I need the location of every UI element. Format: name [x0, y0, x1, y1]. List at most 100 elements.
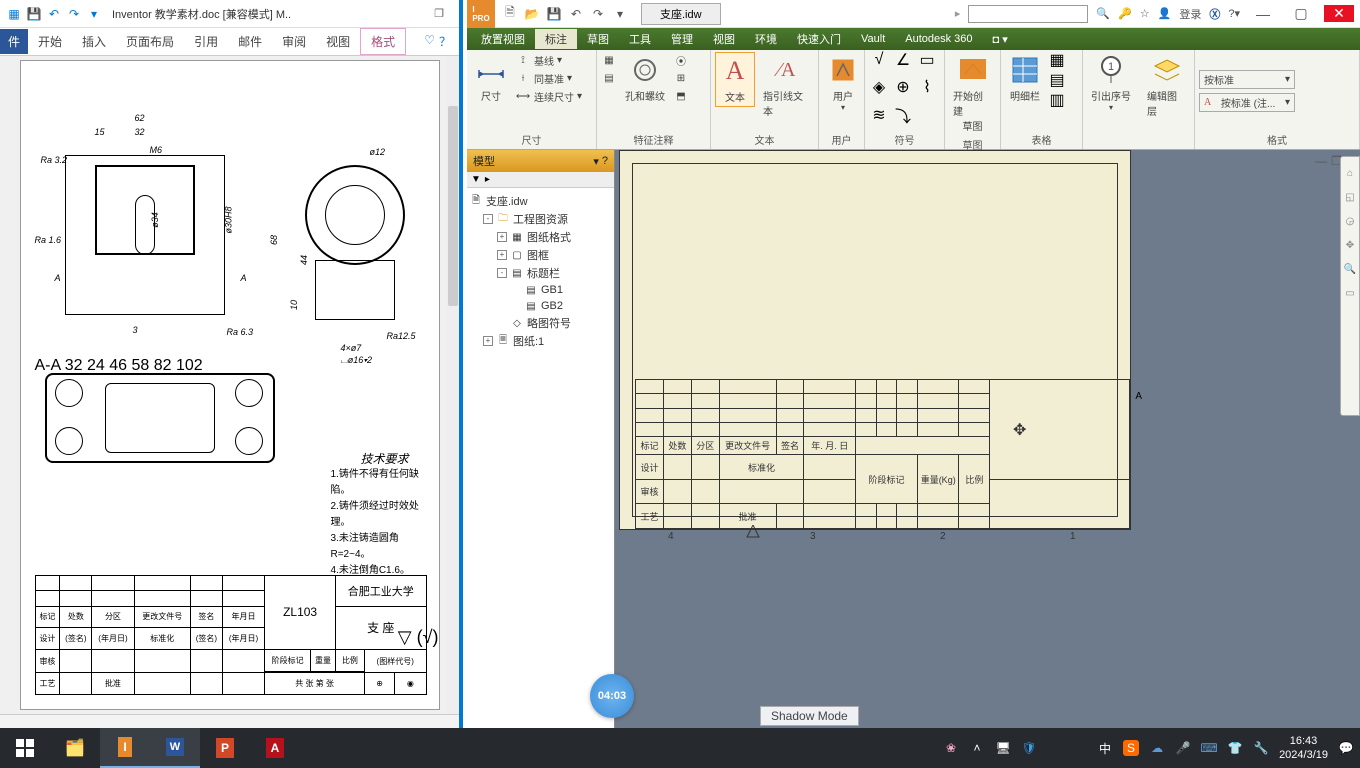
close-button[interactable]: ✕: [1324, 5, 1354, 22]
taskbar-explorer[interactable]: 🗂️: [50, 728, 100, 768]
menu-a360[interactable]: Autodesk 360: [895, 31, 982, 47]
tab-ref[interactable]: 引用: [184, 29, 228, 54]
menu-place-view[interactable]: 放置视图: [471, 29, 535, 49]
edit-layers-button[interactable]: 编辑图层: [1143, 52, 1190, 120]
maximize-button[interactable]: ▢: [1286, 5, 1316, 22]
menu-bullet-icon[interactable]: ◘ ▾: [983, 31, 1018, 48]
minimize-button[interactable]: —: [1248, 6, 1278, 22]
key-icon[interactable]: 🔑: [1118, 7, 1132, 20]
filter-icon[interactable]: ▼: [471, 174, 481, 185]
tree-gb1[interactable]: ▤GB1: [469, 282, 612, 298]
text-button[interactable]: A 文本: [715, 52, 755, 107]
tree-border[interactable]: +▢图框: [469, 246, 612, 264]
tray-monitor-icon[interactable]: 🖥: [995, 740, 1011, 756]
plus-icon[interactable]: +: [497, 232, 507, 242]
inventor-navbar[interactable]: ⌂ ◱ ◶ ✥ 🔍 ▭: [1340, 156, 1360, 416]
search-icon[interactable]: 🔍: [1096, 7, 1110, 20]
start-sketch-button[interactable]: 开始创建 草图: [949, 52, 996, 135]
taskbar-inventor[interactable]: I: [100, 728, 150, 768]
doc-min-icon[interactable]: —: [1315, 154, 1327, 168]
taskbar-autocad[interactable]: A: [250, 728, 300, 768]
help-icon[interactable]: ?▾: [1228, 7, 1240, 20]
tab-view[interactable]: 视图: [316, 29, 360, 54]
tree-root[interactable]: 🗎支座.idw: [469, 192, 612, 210]
tree-sheet1[interactable]: +🗏图纸:1: [469, 332, 612, 350]
tab-layout[interactable]: 页面布局: [116, 29, 184, 54]
parts-list-button[interactable]: 明细栏: [1005, 52, 1045, 105]
caterpillar-icon[interactable]: ⌇: [917, 79, 937, 95]
open-icon[interactable]: 📂: [523, 5, 541, 23]
minus-icon[interactable]: -: [497, 268, 507, 278]
balloon-button[interactable]: 1 引出序号▾: [1087, 52, 1135, 114]
recording-timer-badge[interactable]: 04:03: [590, 674, 634, 718]
tab-format[interactable]: 格式: [360, 28, 406, 55]
weld-symbol-icon[interactable]: ∠: [893, 52, 913, 68]
retrieve-icon[interactable]: ▤: [601, 70, 617, 86]
qat-more-icon[interactable]: ▾: [86, 6, 102, 22]
login-link[interactable]: 登录: [1179, 6, 1201, 22]
inv-undo-icon[interactable]: ↶: [567, 5, 585, 23]
browser-dropdown-icon[interactable]: ▾: [593, 155, 599, 168]
tray-shield-icon[interactable]: 🛡: [1021, 740, 1037, 756]
menu-annotate[interactable]: 标注: [535, 29, 577, 49]
nav-home-icon[interactable]: ⌂: [1342, 165, 1358, 181]
start-button[interactable]: [0, 728, 50, 768]
leader-text-button[interactable]: ∕A 指引线文本: [759, 52, 814, 120]
general-table-icon[interactable]: ▥: [1049, 92, 1065, 108]
tree-titleblock[interactable]: -▤标题栏: [469, 264, 612, 282]
tab-review[interactable]: 审阅: [272, 29, 316, 54]
word-document-area[interactable]: 62 15 32 M6 Ra 3.2 Ra 1.6 ø34 ø30H8 68 4…: [0, 56, 459, 716]
datum-id-icon[interactable]: ◈: [869, 79, 889, 95]
save-icon[interactable]: 💾: [26, 6, 42, 22]
nav-orbit-icon[interactable]: ◶: [1342, 213, 1358, 229]
undo-icon[interactable]: ↶: [46, 6, 62, 22]
tray-keyboard-icon[interactable]: ⌨: [1201, 740, 1217, 756]
browser-filter-row[interactable]: ▼ ▸: [467, 172, 614, 188]
inventor-logo-icon[interactable]: IPRO: [467, 0, 495, 28]
tray-cloud-icon[interactable]: ☁: [1149, 740, 1165, 756]
dimension-button[interactable]: 尺寸: [471, 52, 511, 105]
tray-sogou-icon[interactable]: S: [1123, 740, 1139, 756]
save-icon[interactable]: 💾: [545, 5, 563, 23]
tray-tool-icon[interactable]: 🔧: [1253, 740, 1269, 756]
menu-manage[interactable]: 管理: [661, 29, 703, 49]
action-center-icon[interactable]: 💬: [1338, 740, 1354, 756]
tree-gb2[interactable]: ▤GB2: [469, 298, 612, 314]
drawing-sheet[interactable]: 标记 处数 分区 更改文件号 签名 年. 月. 日 设计 标准化 阶段标记 重量…: [619, 150, 1131, 530]
nav-pan-icon[interactable]: ✥: [1342, 237, 1358, 253]
menu-view[interactable]: 视图: [703, 29, 745, 49]
nav-cube-icon[interactable]: ◱: [1342, 189, 1358, 205]
samebase-button[interactable]: ⟊同基准 ▾: [515, 70, 582, 86]
star-icon[interactable]: ☆: [1140, 7, 1150, 20]
tab-start[interactable]: 开始: [28, 29, 72, 54]
redo-icon[interactable]: ↷: [66, 6, 82, 22]
plus-icon[interactable]: +: [497, 250, 507, 260]
menu-sketch[interactable]: 草图: [577, 29, 619, 49]
tree-resources[interactable]: -🗀工程图资源: [469, 210, 612, 228]
style-annot-dd[interactable]: A按标准 (注...▾: [1199, 93, 1295, 112]
tray-mic-icon[interactable]: 🎤: [1175, 740, 1191, 756]
tab-mail[interactable]: 邮件: [228, 29, 272, 54]
tray-person-icon[interactable]: 👕: [1227, 740, 1243, 756]
word-scrollbar[interactable]: [447, 56, 459, 728]
tab-file[interactable]: 件: [0, 29, 28, 54]
expand-icon[interactable]: ▸: [485, 174, 490, 185]
nav-lookAt-icon[interactable]: ▭: [1342, 285, 1358, 301]
punch-note-icon[interactable]: ⊞: [673, 70, 689, 86]
drawing-canvas[interactable]: — ❐ ✕ 标记 处数: [615, 150, 1360, 728]
chain-button[interactable]: ⟷连续尺寸 ▾: [515, 88, 582, 104]
word-help[interactable]: ♡？: [424, 33, 459, 50]
hole-table-icon[interactable]: ▦: [1049, 52, 1065, 68]
chamfer-note-icon[interactable]: ⦿: [673, 52, 689, 68]
tray-flower-icon[interactable]: ❀: [943, 740, 959, 756]
tray-up-icon[interactable]: ˄: [969, 740, 985, 756]
browser-help-icon[interactable]: ?: [602, 155, 608, 168]
browser-tree[interactable]: 🗎支座.idw -🗀工程图资源 +▦图纸格式 +▢图框 -▤标题栏 ▤GB1 ▤…: [467, 188, 614, 354]
insert-sketch-symbol-button[interactable]: 用户▾: [823, 52, 863, 114]
hole-thread-button[interactable]: 孔和螺纹: [621, 52, 669, 105]
taskbar-powerpoint[interactable]: P: [200, 728, 250, 768]
plus-icon[interactable]: +: [483, 336, 493, 346]
exchange-icon[interactable]: Ⓧ: [1209, 6, 1220, 22]
scroll-thumb[interactable]: [448, 106, 458, 306]
inv-redo-icon[interactable]: ↷: [589, 5, 607, 23]
